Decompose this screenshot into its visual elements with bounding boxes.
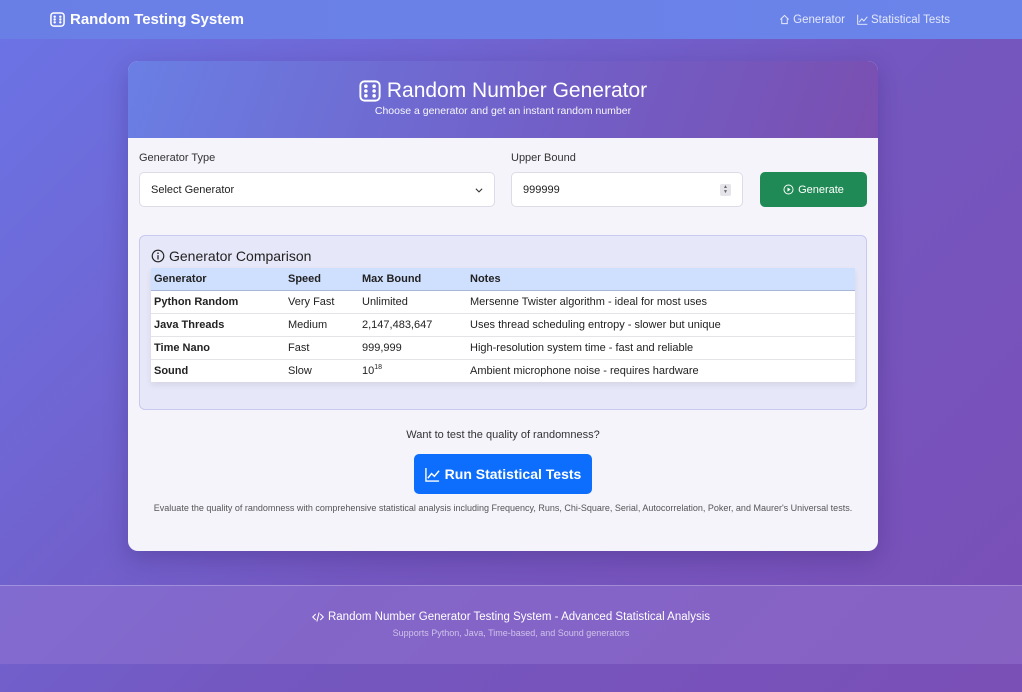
play-circle-icon (783, 184, 794, 195)
upper-bound-value: 999999 (523, 183, 560, 196)
info-circle-icon (151, 249, 165, 263)
nav-generator-link[interactable]: Generator (779, 14, 845, 26)
card-title-text: Random Number Generator (386, 79, 648, 102)
cell-notes: High-resolution system time - fast and r… (467, 335, 855, 359)
number-spinner[interactable]: ▲ ▼ (720, 183, 731, 196)
brand[interactable]: Random Testing System (50, 11, 244, 28)
generator-form: Generator Type Select Generator Upper Bo… (139, 152, 867, 212)
nav-links: Generator Statistical Tests (779, 14, 950, 26)
cell-generator: Time Nano (151, 335, 285, 359)
comparison-title-text: Generator Comparison (169, 248, 312, 264)
dice-icon (359, 80, 381, 102)
max-bound-exponent: 18 (374, 364, 383, 372)
cell-generator: Java Threads (151, 312, 285, 336)
chart-line-icon (424, 467, 440, 482)
comparison-table: Generator Speed Max Bound Notes Python R… (151, 268, 855, 382)
cell-max-bound: 999,999 (359, 335, 467, 359)
cell-max-bound: 2,147,483,647 (359, 312, 467, 336)
footer: Random Number Generator Testing System -… (0, 585, 1022, 664)
chevron-down-icon (475, 187, 483, 193)
table-row: Python Random Very Fast Unlimited Mersen… (151, 289, 855, 313)
col-max-bound: Max Bound (359, 268, 467, 291)
col-generator: Generator (151, 268, 285, 291)
cell-speed: Fast (285, 335, 359, 359)
table-row: Java Threads Medium 2,147,483,647 Uses t… (151, 312, 855, 336)
cell-generator: Python Random (151, 289, 285, 313)
table-row: Sound Slow 1018 Ambient microphone noise… (151, 358, 855, 382)
card-subtitle: Choose a generator and get an instant ra… (374, 105, 632, 117)
brand-label: Random Testing System (70, 11, 244, 28)
generator-card: Random Number Generator Choose a generat… (128, 61, 878, 551)
generator-select-value: Select Generator (151, 183, 235, 196)
dice-icon (50, 12, 65, 27)
cell-speed: Medium (285, 312, 359, 336)
cell-notes: Mersenne Twister algorithm - ideal for m… (467, 289, 855, 313)
generator-select[interactable]: Select Generator (139, 172, 495, 207)
generator-type-label: Generator Type (139, 152, 216, 164)
footer-main: Random Number Generator Testing System -… (0, 611, 1022, 623)
generate-button[interactable]: Generate (760, 172, 867, 207)
upper-bound-label: Upper Bound (511, 152, 576, 164)
cell-speed: Slow (285, 358, 359, 382)
run-tests-label: Run Statistical Tests (444, 466, 582, 482)
cell-max-bound: Unlimited (359, 289, 467, 313)
test-question: Want to test the quality of randomness? (406, 429, 600, 441)
comparison-title: Generator Comparison (151, 248, 855, 264)
nav-tests-link[interactable]: Statistical Tests (857, 14, 950, 26)
cell-speed: Very Fast (285, 289, 359, 313)
footer-main-text: Random Number Generator Testing System -… (327, 611, 711, 623)
table-header-row: Generator Speed Max Bound Notes (151, 268, 855, 291)
run-tests-button[interactable]: Run Statistical Tests (414, 454, 592, 494)
home-icon (780, 14, 790, 25)
col-notes: Notes (467, 268, 855, 291)
footer-sub: Supports Python, Java, Time-based, and S… (392, 628, 630, 638)
card-title: Random Number Generator (128, 79, 878, 103)
cell-max-bound: 1018 (359, 358, 467, 382)
cell-notes: Ambient microphone noise - requires hard… (467, 358, 855, 382)
generate-button-label: Generate (798, 183, 844, 196)
upper-bound-input[interactable]: 999999 ▲ ▼ (511, 172, 743, 207)
cell-generator: Sound (151, 358, 285, 382)
col-speed: Speed (285, 268, 359, 291)
tests-description: Evaluate the quality of randomness with … (153, 503, 853, 513)
cell-notes: Uses thread scheduling entropy - slower … (467, 312, 855, 336)
code-icon (311, 612, 324, 622)
generator-comparison: Generator Comparison Generator Speed Max… (139, 235, 867, 410)
chart-line-icon (857, 14, 868, 25)
nav-tests-label: Statistical Tests (870, 13, 950, 26)
max-bound-base: 10 (362, 365, 375, 378)
table-row: Time Nano Fast 999,999 High-resolution s… (151, 335, 855, 359)
navbar: Random Testing System Generator Statisti… (0, 0, 1022, 39)
nav-generator-label: Generator (793, 13, 845, 26)
card-header: Random Number Generator Choose a generat… (128, 61, 878, 138)
